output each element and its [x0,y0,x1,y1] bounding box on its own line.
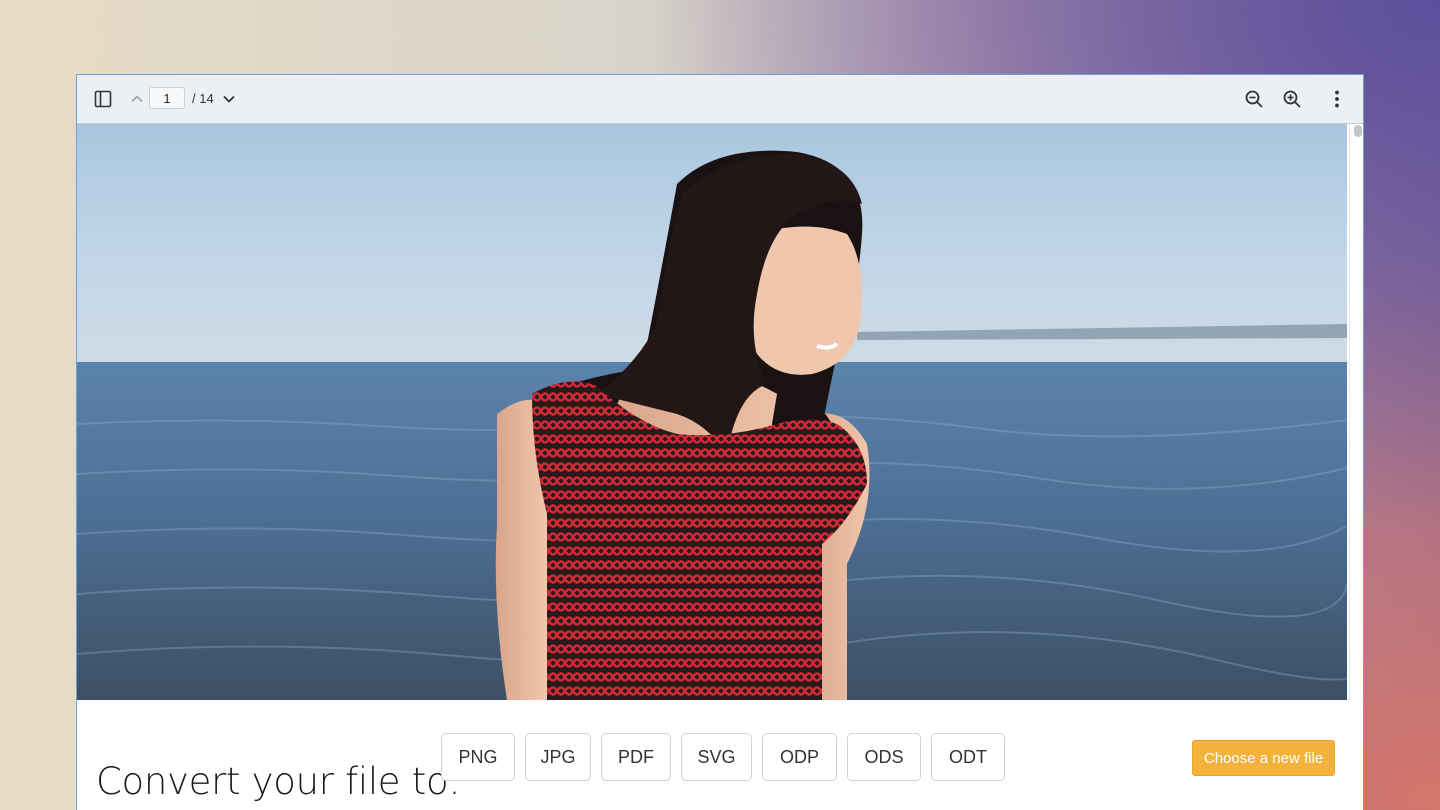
previous-page-button[interactable] [127,89,147,109]
pdf-viewer-window: / 14 [76,74,1364,810]
zoom-in-icon [1283,90,1301,108]
format-button-ods[interactable]: ODS [847,733,921,781]
format-button-svg[interactable]: SVG [681,733,752,781]
more-options-button[interactable] [1327,87,1347,111]
document-photo [77,124,1347,700]
viewer-toolbar: / 14 [77,75,1363,124]
format-button-pdf[interactable]: PDF [601,733,671,781]
format-button-odp[interactable]: ODP [762,733,837,781]
convert-title: Convert your file to: [96,760,461,803]
format-button-jpg[interactable]: JPG [525,733,591,781]
next-page-button[interactable] [219,89,239,109]
format-button-odt[interactable]: ODT [931,733,1005,781]
vertical-scrollbar[interactable] [1349,124,1363,700]
scrollbar-thumb[interactable] [1354,125,1362,137]
more-vertical-icon [1335,90,1339,108]
document-viewer[interactable] [77,124,1363,700]
zoom-out-icon [1245,90,1263,108]
chevron-down-icon [223,95,235,103]
sidebar-toggle-icon [94,90,112,108]
sidebar-toggle-button[interactable] [91,87,115,111]
zoom-in-button[interactable] [1280,87,1304,111]
zoom-out-button[interactable] [1242,87,1266,111]
choose-new-file-button[interactable]: Choose a new file [1192,740,1335,776]
format-button-png[interactable]: PNG [441,733,515,781]
page-total-label: / 14 [192,91,214,106]
page-number-input[interactable] [149,87,185,109]
chevron-up-icon [131,95,143,103]
